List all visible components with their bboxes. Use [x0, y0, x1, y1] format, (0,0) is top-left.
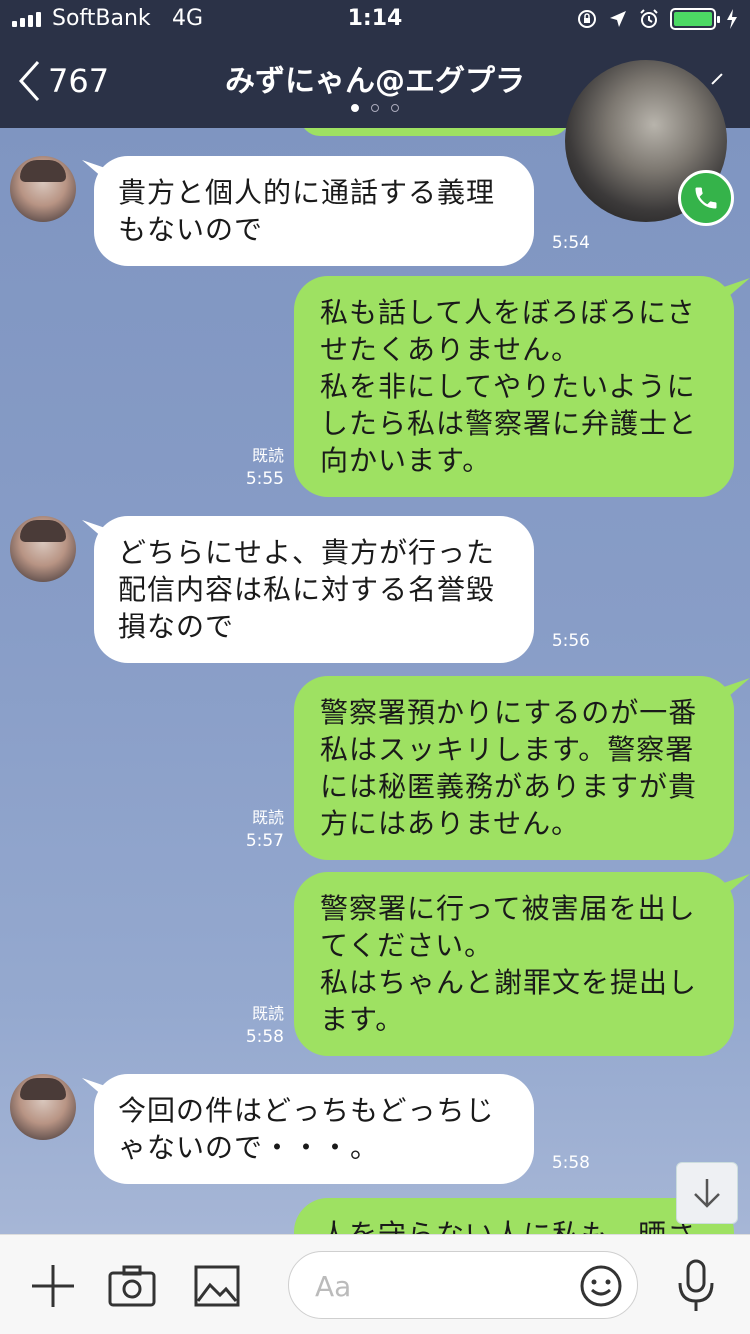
message-input-container[interactable] — [288, 1251, 638, 1319]
image-icon — [194, 1265, 240, 1307]
status-icons — [576, 8, 738, 30]
call-button[interactable] — [678, 170, 734, 226]
chat-area[interactable]: 貴方と個人的に通話する義理 もないので 5:54 既読 5:55 私も話して人を… — [0, 128, 750, 1234]
message-time: 5:56 — [551, 631, 590, 651]
message-bubble-outgoing[interactable]: 人を守らない人に私も、晒さ — [294, 1198, 734, 1234]
image-button[interactable] — [194, 1265, 240, 1311]
phone-icon — [695, 187, 717, 209]
arrow-down-icon — [694, 1179, 720, 1208]
message-bubble-outgoing[interactable]: 警察署に行って被害届を出し てください。 私はちゃんと謝罪文を提出し ます。 — [294, 872, 734, 1056]
avatar[interactable] — [10, 156, 76, 222]
emoji-button[interactable] — [579, 1264, 623, 1312]
message-time: 5:57 — [245, 831, 284, 851]
alarm-icon — [640, 9, 658, 28]
emoji-icon — [580, 1265, 622, 1307]
read-receipt: 既読 — [251, 1004, 284, 1023]
previous-bubble-edge — [300, 128, 570, 136]
message-bubble-incoming[interactable]: どちらにせよ、貴方が行った 配信内容は私に対する名誉毀 損なので — [94, 516, 534, 663]
read-receipt: 既読 — [251, 808, 284, 827]
message-bubble-incoming[interactable]: 今回の件はどっちもどっちじ ゃないので・・・。 — [94, 1074, 534, 1184]
avatar[interactable] — [10, 516, 76, 582]
page-dot — [391, 104, 399, 112]
location-icon — [610, 11, 626, 27]
message-bubble-incoming[interactable]: 貴方と個人的に通話する義理 もないので — [94, 156, 534, 266]
avatar[interactable] — [10, 1074, 76, 1140]
page-dot — [351, 104, 359, 112]
microphone-button[interactable] — [676, 1259, 716, 1317]
camera-button[interactable] — [108, 1265, 156, 1311]
plus-icon — [32, 1265, 74, 1307]
read-receipt: 既読 — [251, 446, 284, 465]
page-dot — [371, 104, 379, 112]
battery-icon — [670, 8, 720, 30]
message-time: 5:58 — [551, 1153, 590, 1173]
microphone-icon — [678, 1259, 714, 1311]
charging-icon — [727, 9, 737, 29]
message-bubble-outgoing[interactable]: 警察署預かりにするのが一番 私はスッキリします。警察署 には秘匿義務がありますが… — [294, 676, 734, 860]
plus-button[interactable] — [30, 1263, 76, 1313]
message-time: 5:58 — [245, 1027, 284, 1047]
input-bar — [0, 1234, 750, 1334]
message-time: 5:55 — [245, 469, 284, 489]
status-bar: SoftBank 4G 1:14 — [0, 0, 750, 40]
rotation-lock-icon — [578, 10, 596, 28]
scroll-down-button[interactable] — [676, 1162, 738, 1224]
camera-icon — [108, 1265, 156, 1307]
message-bubble-outgoing[interactable]: 私も話して人をぼろぼろにさ せたくありません。 私を非にしてやりたいように した… — [294, 276, 734, 497]
message-input[interactable] — [315, 1266, 555, 1306]
message-time: 5:54 — [551, 233, 590, 253]
